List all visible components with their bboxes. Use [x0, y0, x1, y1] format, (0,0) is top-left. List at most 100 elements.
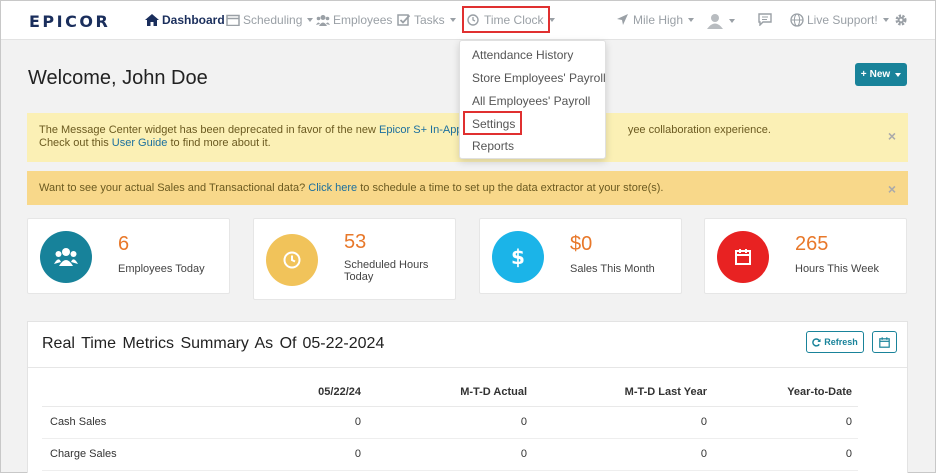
chevron-down-icon — [729, 19, 735, 23]
menu-item-store-employees-payroll[interactable]: Store Employees' Payroll — [472, 71, 606, 85]
users-icon — [316, 15, 330, 26]
nav-scheduling-label: Scheduling — [243, 13, 303, 27]
refresh-icon — [812, 337, 821, 347]
user-avatar-icon — [707, 14, 723, 29]
menu-item-reports[interactable]: Reports — [472, 139, 514, 153]
stat-label: Hours This Week — [795, 263, 879, 275]
calendar-icon — [226, 14, 240, 26]
alert-text: to find more about it. — [167, 137, 271, 149]
nav-dashboard-label: Dashboard — [162, 13, 225, 27]
table-row: Cash Sales 0 0 0 0 — [42, 406, 858, 439]
alert-text: Want to see your actual Sales and Transa… — [39, 182, 309, 194]
user-guide-link[interactable]: User Guide — [112, 137, 168, 149]
row-label: Charge Sales — [42, 438, 192, 471]
table-cell: 0 — [713, 406, 858, 439]
column-header: M-T-D Actual — [367, 378, 533, 407]
chevron-down-icon — [307, 18, 314, 22]
row-label: Cash Sales — [42, 406, 192, 439]
sales-data-alert: Want to see your actual Sales and Transa… — [27, 171, 908, 205]
table-cell: 0 — [192, 406, 367, 439]
checkbox-icon — [397, 14, 411, 26]
globe-icon — [790, 13, 804, 27]
stat-card-scheduled-hours[interactable]: 53 Scheduled Hours Today — [253, 218, 456, 300]
time-clock-dropdown-menu: Attendance History Store Employees' Payr… — [459, 40, 606, 159]
chevron-down-icon — [895, 72, 902, 77]
divider — [28, 367, 907, 368]
dollar-icon: $ — [492, 231, 544, 283]
close-icon[interactable]: × — [888, 129, 896, 143]
stat-value: 6 — [118, 233, 130, 255]
table-cell: 0 — [533, 438, 713, 471]
alert-text: yee collaboration experience. — [627, 124, 771, 136]
chevron-down-icon — [688, 18, 695, 22]
stat-label-line: Scheduled Hours — [344, 259, 429, 271]
alert-text: The Message Center widget has been depre… — [39, 124, 379, 136]
nav-dashboard[interactable]: Dashboard — [145, 13, 225, 27]
nav-tasks[interactable]: Tasks — [397, 13, 456, 27]
nav-tasks-label: Tasks — [414, 13, 445, 27]
user-menu[interactable] — [706, 13, 735, 29]
date-picker-button[interactable] — [872, 331, 897, 353]
location-arrow-icon — [617, 14, 628, 25]
metrics-table: 05/22/24 M-T-D Actual M-T-D Last Year Ye… — [42, 378, 858, 471]
top-navbar: EPICOR Dashboard Scheduling Employees Ta… — [1, 1, 935, 40]
metrics-date: 05-22-2024 — [302, 335, 385, 352]
click-here-link[interactable]: Click here — [308, 182, 357, 194]
epicor-logo[interactable]: EPICOR — [29, 12, 110, 31]
stat-card-hours-this-week[interactable]: 265 Hours This Week — [704, 218, 907, 294]
settings-highlight — [463, 111, 522, 135]
alert-text: to schedule a time to set up the data ex… — [357, 182, 664, 194]
menu-item-all-employees-payroll[interactable]: All Employees' Payroll — [472, 94, 590, 108]
nav-live-support[interactable]: Live Support! — [790, 13, 889, 27]
metrics-title: Real Time Metrics Summary As Of 05-22-202… — [42, 335, 384, 353]
refresh-label: Refresh — [824, 337, 858, 347]
home-icon — [145, 14, 159, 26]
nav-live-support-label: Live Support! — [807, 13, 878, 27]
close-icon[interactable]: × — [888, 181, 896, 197]
users-icon — [40, 231, 92, 283]
refresh-button[interactable]: Refresh — [806, 331, 864, 353]
settings-button[interactable] — [894, 13, 908, 27]
nav-employees-label: Employees — [333, 13, 393, 27]
stat-card-sales-this-month[interactable]: $ $0 Sales This Month — [479, 218, 682, 294]
table-row: Charge Sales 0 0 0 0 — [42, 438, 858, 471]
clock-icon — [266, 234, 318, 286]
new-button[interactable]: + New — [855, 63, 907, 86]
table-cell: 0 — [192, 438, 367, 471]
table-cell: 0 — [367, 406, 533, 439]
metrics-title-text: Real Time Metrics Summary As Of — [42, 335, 297, 352]
table-header-row: 05/22/24 M-T-D Actual M-T-D Last Year Ye… — [42, 378, 858, 407]
stat-card-employees-today[interactable]: 6 Employees Today — [27, 218, 230, 294]
new-button-label: New — [869, 69, 891, 80]
calendar-icon — [717, 231, 769, 283]
nav-location[interactable]: Mile High — [616, 13, 695, 27]
stat-label: Scheduled Hours Today — [344, 259, 428, 283]
column-header — [42, 378, 192, 407]
column-header: 05/22/24 — [192, 378, 367, 407]
messages-button[interactable] — [758, 13, 772, 26]
column-header: M-T-D Last Year — [533, 378, 713, 407]
page-title: Welcome, John Doe — [28, 67, 208, 89]
chevron-down-icon — [449, 18, 456, 22]
chevron-down-icon — [882, 18, 889, 22]
stat-label: Sales This Month — [570, 263, 655, 275]
calendar-icon — [879, 336, 890, 348]
nav-location-label: Mile High — [633, 13, 684, 27]
stat-value: $0 — [570, 233, 593, 255]
table-cell: 0 — [533, 406, 713, 439]
stat-value: 265 — [795, 233, 829, 255]
time-clock-highlight — [462, 6, 550, 33]
chat-icon — [758, 13, 772, 26]
alert-text: Check out this — [39, 137, 112, 149]
nav-scheduling[interactable]: Scheduling — [226, 13, 314, 27]
stat-label-line: Today — [344, 271, 374, 283]
plus-icon: + — [860, 69, 867, 80]
menu-item-attendance-history[interactable]: Attendance History — [472, 48, 573, 62]
column-header: Year-to-Date — [713, 378, 858, 407]
stat-label: Employees Today — [118, 263, 205, 275]
gear-icon — [895, 14, 907, 26]
table-cell: 0 — [713, 438, 858, 471]
table-cell: 0 — [367, 438, 533, 471]
real-time-metrics-panel: Real Time Metrics Summary As Of 05-22-202… — [27, 321, 908, 473]
nav-employees[interactable]: Employees — [316, 13, 392, 27]
